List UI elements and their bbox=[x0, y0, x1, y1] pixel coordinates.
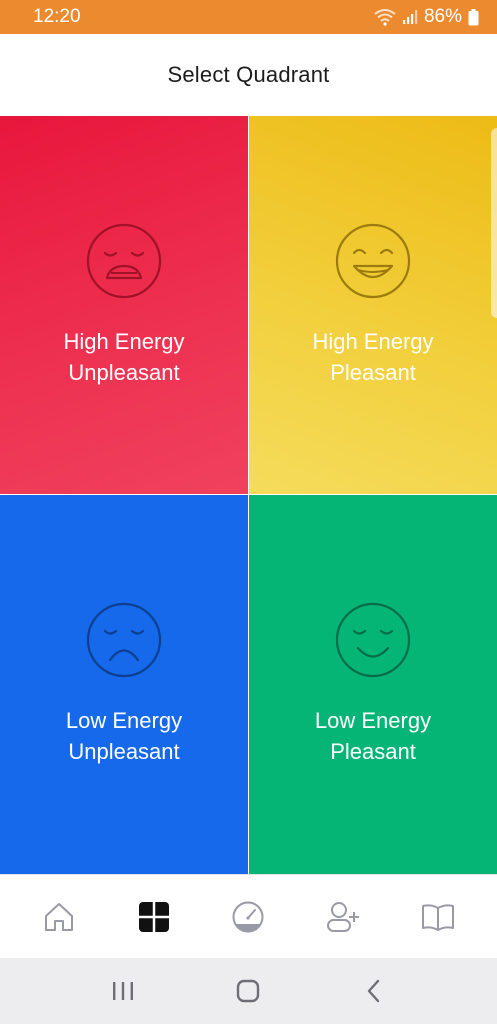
quadrant-low-energy-pleasant[interactable]: Low Energy Pleasant bbox=[249, 495, 497, 874]
quadrant-label-line1: Low Energy bbox=[314, 708, 432, 733]
quadrant-label-line1: High Energy bbox=[312, 329, 434, 354]
grinning-face-icon bbox=[335, 223, 411, 299]
page-title: Select Quadrant bbox=[167, 62, 330, 87]
system-home-button[interactable] bbox=[223, 966, 273, 1016]
quadrant-label-line2: Pleasant bbox=[330, 739, 416, 764]
page-header: Select Quadrant bbox=[0, 34, 497, 116]
quadrant-label-line2: Unpleasant bbox=[68, 739, 180, 764]
quadrant-low-energy-unpleasant[interactable]: Low Energy Unpleasant bbox=[0, 495, 248, 874]
quadrant-label: High Energy Pleasant bbox=[273, 326, 473, 388]
status-bar: 12:20 86% bbox=[0, 0, 497, 34]
nav-learn-button[interactable] bbox=[408, 887, 468, 947]
signal-icon bbox=[402, 10, 418, 24]
quadrant-label-line1: High Energy bbox=[63, 329, 185, 354]
home-button-icon bbox=[237, 979, 260, 1003]
nav-friends-button[interactable] bbox=[313, 887, 373, 947]
quadrant-label-line1: Low Energy bbox=[65, 708, 183, 733]
quadrant-label-line2: Unpleasant bbox=[68, 360, 180, 385]
sad-face-icon bbox=[86, 602, 162, 678]
recents-icon bbox=[112, 982, 133, 1000]
quadrant-label-line2: Pleasant bbox=[330, 360, 416, 385]
quadrant-grid-icon bbox=[138, 901, 169, 932]
status-icons: 86% bbox=[374, 6, 479, 28]
tense-face-icon bbox=[86, 223, 162, 299]
quadrant-label: Low Energy Unpleasant bbox=[24, 705, 224, 767]
quadrant-grid: High Energy Unpleasant High Energy Pleas… bbox=[0, 116, 497, 874]
battery-percent: 86% bbox=[423, 6, 462, 27]
nav-home-button[interactable] bbox=[29, 887, 89, 947]
bottom-navigation bbox=[0, 874, 497, 958]
quadrant-high-energy-unpleasant[interactable]: High Energy Unpleasant bbox=[0, 116, 248, 494]
home-icon bbox=[45, 902, 74, 931]
gauge-icon bbox=[232, 901, 264, 932]
nav-quadrants-button[interactable] bbox=[124, 887, 184, 947]
battery-icon bbox=[468, 8, 479, 25]
back-icon bbox=[367, 979, 380, 1003]
add-friend-icon bbox=[327, 901, 360, 932]
app-screen: 12:20 86% Select Quadrant High Energy Un… bbox=[0, 0, 497, 1024]
quadrant-label: Low Energy Pleasant bbox=[273, 705, 473, 767]
calm-smile-icon bbox=[335, 602, 411, 678]
book-icon bbox=[421, 903, 454, 931]
status-time: 12:20 bbox=[33, 6, 81, 27]
system-navigation-bar bbox=[0, 958, 497, 1024]
nav-insights-button[interactable] bbox=[218, 887, 278, 947]
scroll-indicator bbox=[491, 128, 497, 318]
quadrant-label: High Energy Unpleasant bbox=[24, 326, 224, 388]
wifi-icon bbox=[374, 9, 396, 26]
quadrant-high-energy-pleasant[interactable]: High Energy Pleasant bbox=[249, 116, 497, 494]
back-button[interactable] bbox=[349, 966, 399, 1016]
recents-button[interactable] bbox=[98, 966, 148, 1016]
